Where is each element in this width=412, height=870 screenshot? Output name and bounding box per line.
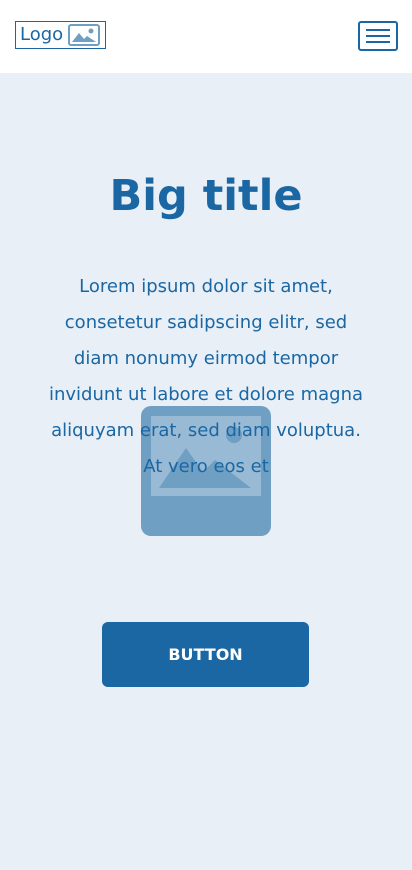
hamburger-menu-icon <box>366 29 390 43</box>
body-paragraph: Lorem ipsum dolor sit amet, consetetur s… <box>48 276 364 477</box>
primary-button[interactable]: BUTTON <box>102 622 309 687</box>
menu-button[interactable] <box>358 21 398 51</box>
logo[interactable]: Logo <box>15 21 106 49</box>
image-icon <box>68 24 101 46</box>
logo-text: Logo <box>20 24 64 45</box>
page-title: Big title <box>109 171 303 221</box>
header: Logo <box>0 0 412 73</box>
main-content: Big title Lorem ipsum dolor sit amet, co… <box>0 73 412 870</box>
